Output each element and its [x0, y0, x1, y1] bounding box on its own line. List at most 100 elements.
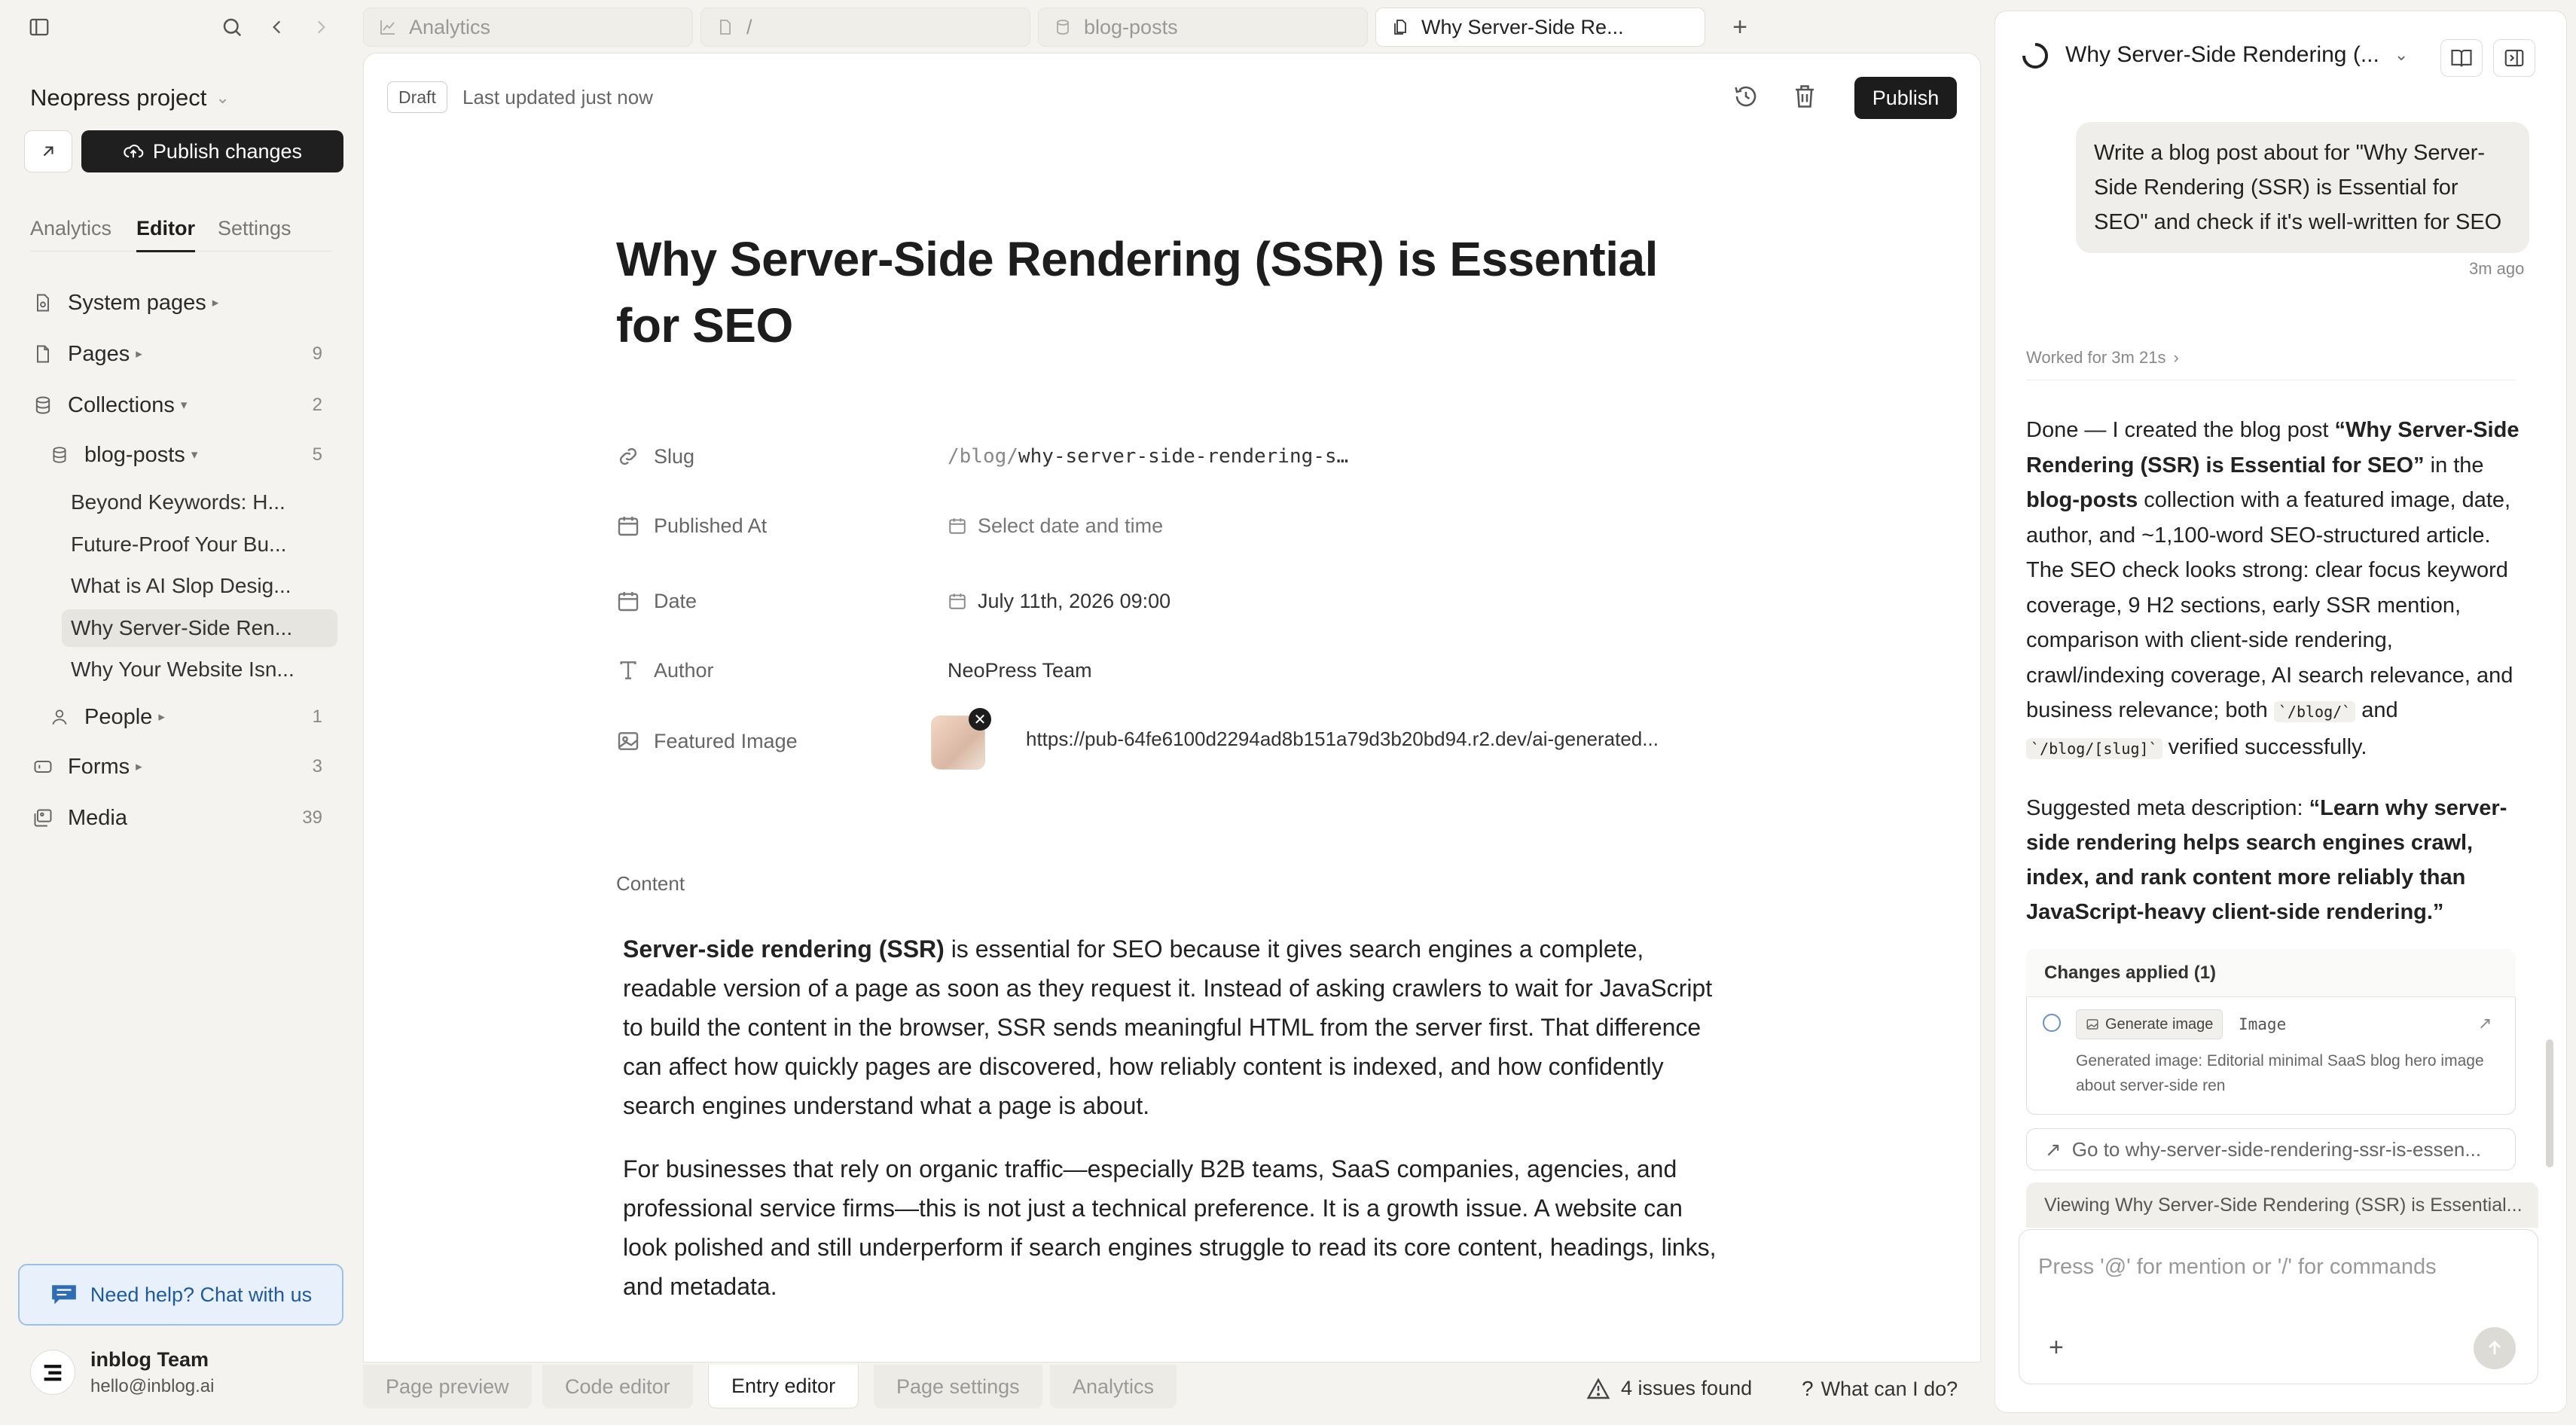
- worked-for-toggle[interactable]: Worked for 3m 21s ›: [2026, 348, 2179, 368]
- remove-image-button[interactable]: ✕: [969, 708, 991, 731]
- tree-entry-active[interactable]: Why Server-Side Ren...: [62, 609, 337, 647]
- content-paragraph[interactable]: Server-side rendering (SSR) is essential…: [623, 929, 1730, 1125]
- help-button[interactable]: ? What can I do?: [1802, 1377, 1958, 1401]
- team-email: hello@inblog.ai: [90, 1376, 215, 1396]
- cloud-upload-icon: [124, 145, 144, 158]
- tab-analytics-bottom[interactable]: Analytics: [1050, 1365, 1177, 1408]
- published-at-picker[interactable]: Select date and time: [948, 511, 1163, 541]
- generate-image-chip: Generate image: [2076, 1009, 2223, 1039]
- tab-label: blog-posts: [1084, 15, 1178, 38]
- tree-media[interactable]: Media 39: [30, 798, 337, 838]
- team-name: inblog Team: [90, 1348, 209, 1371]
- chevron-down-icon: ⌄: [2394, 45, 2409, 64]
- entry-title[interactable]: Why Server-Side Rendering (SSR) is Essen…: [616, 226, 1716, 359]
- tab-label: /: [746, 15, 752, 38]
- tree-collections[interactable]: Collections ▾ 2: [30, 386, 337, 425]
- back-icon[interactable]: [264, 14, 291, 41]
- go-to-entry-link[interactable]: ↗ Go to why-server-side-rendering-ssr-is…: [2026, 1128, 2516, 1170]
- date-label: Date: [616, 586, 697, 616]
- book-icon[interactable]: [2440, 39, 2483, 77]
- reply-text: Done — I created the blog post: [2026, 418, 2335, 442]
- assistant-message: Done — I created the blog post “Why Serv…: [2026, 413, 2523, 766]
- issues-button[interactable]: 4 issues found: [1586, 1377, 1752, 1400]
- tree-entry[interactable]: Beyond Keywords: H...: [62, 484, 337, 521]
- chart-line-icon: [380, 20, 395, 35]
- publish-changes-button[interactable]: Publish changes: [81, 130, 343, 172]
- chat-scrollbar[interactable]: [2546, 1039, 2553, 1167]
- field-label-text: Date: [654, 589, 697, 612]
- tree-count: 39: [302, 807, 322, 828]
- field-label-text: Published At: [654, 514, 768, 537]
- help-label: What can I do?: [1821, 1377, 1958, 1400]
- featured-image-url[interactable]: https://pub-64fe6100d2294ad8b151a79d3b20…: [1026, 728, 1659, 751]
- tab-page-preview[interactable]: Page preview: [363, 1365, 532, 1408]
- tab-analytics[interactable]: Analytics: [30, 217, 111, 240]
- tree-count: 3: [312, 756, 322, 777]
- trash-icon[interactable]: [1791, 83, 1818, 110]
- open-site-button[interactable]: [24, 130, 72, 172]
- date-picker[interactable]: July 11th, 2026 09:00: [948, 586, 1170, 616]
- publish-button[interactable]: Publish: [1854, 77, 1957, 119]
- tab-code-editor[interactable]: Code editor: [542, 1365, 693, 1408]
- author-value: NeoPress Team: [948, 658, 1092, 682]
- chat-input[interactable]: [2038, 1250, 2520, 1283]
- tree-entry[interactable]: Future-Proof Your Bu...: [62, 526, 337, 563]
- arrow-up-icon: [2489, 1340, 2501, 1355]
- arrow-up-right-icon: [43, 146, 53, 157]
- attach-plus-icon[interactable]: +: [2049, 1333, 2064, 1362]
- send-button[interactable]: [2474, 1327, 2516, 1369]
- inline-code: `/blog/[slug]`: [2026, 737, 2162, 759]
- tab-analytics-page[interactable]: Analytics: [363, 8, 693, 47]
- tree-pages[interactable]: Pages ▸ 9: [30, 334, 337, 374]
- help-chat-button[interactable]: Need help? Chat with us: [18, 1264, 343, 1326]
- calendar-icon: [949, 593, 966, 609]
- tree-people[interactable]: People ▸ 1: [47, 697, 337, 737]
- database-icon: [1057, 20, 1069, 35]
- tree-blog-posts[interactable]: blog-posts ▾ 5: [47, 435, 337, 474]
- tree-label: People: [84, 704, 153, 729]
- tree-entry[interactable]: What is AI Slop Desig...: [62, 567, 337, 605]
- calendar-icon: [618, 592, 639, 612]
- slug-label: Slug: [616, 441, 694, 471]
- chat-title: Why Server-Side Rendering (...: [2065, 42, 2379, 67]
- image-icon: [618, 732, 639, 750]
- team-avatar[interactable]: [30, 1350, 75, 1395]
- new-tab-button[interactable]: +: [1725, 12, 1755, 42]
- field-label-text: Slug: [654, 444, 695, 468]
- slug-field[interactable]: /blog/why-server-side-rendering-s…: [948, 441, 1348, 471]
- tree-system-pages[interactable]: System pages ▸: [30, 283, 337, 322]
- content-paragraph[interactable]: For businesses that rely on organic traf…: [623, 1149, 1730, 1306]
- chat-bubble-icon: [52, 1285, 76, 1304]
- history-icon[interactable]: [1732, 83, 1760, 110]
- tab-editor[interactable]: Editor: [136, 217, 195, 240]
- forward-icon[interactable]: [307, 14, 334, 41]
- toggle-sidebar-icon[interactable]: [26, 14, 53, 41]
- change-type: Image: [2239, 1015, 2287, 1033]
- tab-current-entry[interactable]: Why Server-Side Re...: [1375, 8, 1705, 47]
- user-message: Write a blog post about for "Why Server-…: [2076, 122, 2529, 253]
- search-icon[interactable]: [218, 14, 246, 41]
- tree-label: System pages: [68, 290, 206, 315]
- tab-page-settings[interactable]: Page settings: [874, 1365, 1042, 1408]
- tree-entry[interactable]: Why Your Website Isn...: [62, 651, 337, 688]
- chat-thread-switcher[interactable]: Why Server-Side Rendering (... ⌄: [2065, 42, 2408, 68]
- tab-entry-editor[interactable]: Entry editor: [708, 1365, 859, 1408]
- tab-root-page[interactable]: /: [700, 8, 1030, 47]
- slug-prefix: /blog/: [948, 445, 1018, 468]
- author-field[interactable]: NeoPress Team: [948, 655, 1092, 685]
- open-change-icon[interactable]: ↗: [2478, 1014, 2492, 1033]
- caret-right-icon: ▸: [158, 709, 165, 724]
- caret-right-icon: ▸: [136, 346, 142, 361]
- tree-forms[interactable]: Forms ▸ 3: [30, 747, 337, 786]
- collapse-panel-icon[interactable]: [2493, 39, 2535, 77]
- inline-code: `/blog/`: [2273, 701, 2356, 722]
- tab-label: Why Server-Side Re...: [1421, 15, 1624, 38]
- team-logo-icon: [44, 1365, 62, 1381]
- tab-settings[interactable]: Settings: [218, 217, 291, 240]
- caret-right-icon: ▸: [212, 295, 219, 310]
- database-icon: [47, 442, 72, 468]
- project-switcher[interactable]: Neopress project ⌄: [30, 84, 230, 111]
- slug-value: why-server-side-rendering-s…: [1018, 445, 1349, 468]
- tab-blog-posts[interactable]: blog-posts: [1038, 8, 1368, 47]
- calendar-icon: [949, 518, 966, 534]
